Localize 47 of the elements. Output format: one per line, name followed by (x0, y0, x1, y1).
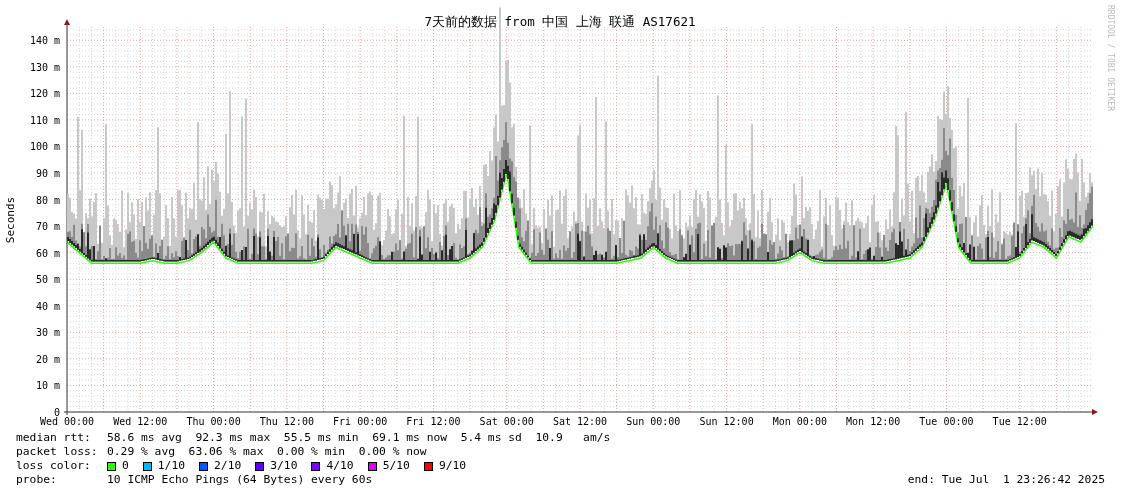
legend-label: loss color: (16, 459, 92, 473)
y-tick-label: 140 m (29, 35, 60, 47)
legend-label: probe: (16, 473, 58, 487)
x-tick-label: Sun 12:00 (699, 416, 754, 427)
probe-text: 10 ICMP Echo Pings (64 Bytes) every 60s (107, 473, 373, 487)
y-tick-label: 60 m (35, 247, 60, 259)
y-tick-label: 20 m (35, 353, 60, 365)
loss-color-label: 2/10 (214, 459, 242, 473)
y-tick-label: 50 m (35, 274, 60, 286)
x-tick-label: Thu 00:00 (186, 416, 241, 427)
x-tick-label: Fri 00:00 (333, 416, 388, 427)
y-tick-label: 40 m (35, 300, 60, 312)
y-tick-label: 70 m (35, 221, 60, 233)
watermark-text: RRDTOOL / TOBI OETIKER (1106, 5, 1115, 111)
x-tick-label: Fri 12:00 (406, 416, 461, 427)
x-tick-label: Sat 00:00 (479, 416, 534, 427)
loss-color-label: 5/10 (382, 459, 410, 473)
x-tick-label: Tue 12:00 (992, 416, 1047, 427)
y-tick-label: 80 m (35, 194, 60, 206)
chart-title: 7天前的数据 from 中国 上海 联通 AS17621 (424, 14, 696, 29)
packet-loss-stats: 0.29 % avg 63.06 % max 0.00 % min 0.00 % now (107, 445, 427, 459)
x-tick-label: Tue 00:00 (919, 416, 974, 427)
legend-label: median rtt: (16, 431, 92, 445)
y-axis-label: Seconds (4, 196, 17, 244)
y-tick-label: 100 m (29, 141, 60, 153)
x-tick-label: Thu 12:00 (259, 416, 314, 427)
y-tick-label: 110 m (29, 114, 60, 126)
x-tick-label: Sat 12:00 (552, 416, 608, 427)
median-rtt-stats: 58.6 ms avg 92.3 ms max 55.5 ms min 69.1 ms now 5.4 ms sd 10.9 am/s (107, 431, 611, 445)
y-tick-label: 0 (53, 407, 60, 418)
y-tick-label: 10 m (35, 380, 60, 392)
x-tick-label: Wed 00:00 (39, 416, 95, 427)
loss-color-label: 3/10 (270, 459, 298, 473)
legend-label: packet loss: (16, 445, 99, 459)
x-tick-label: Mon 12:00 (846, 416, 901, 427)
loss-color-label: 0 (122, 459, 129, 473)
y-tick-label: 30 m (35, 327, 60, 339)
loss-color-label: 4/10 (326, 459, 354, 473)
y-tick-label: 120 m (29, 88, 60, 100)
loss-color-label: 9/10 (438, 459, 467, 473)
end-time: end: Tue Jul 1 23:26:42 2025 (907, 473, 1105, 487)
y-tick-label: 90 m (35, 168, 60, 180)
loss-color-label: 1/10 (157, 459, 186, 473)
x-tick-label: Sun 00:00 (626, 416, 681, 427)
x-tick-label: Wed 12:00 (113, 416, 168, 427)
x-tick-label: Mon 00:00 (772, 416, 827, 427)
y-tick-label: 130 m (29, 61, 60, 73)
